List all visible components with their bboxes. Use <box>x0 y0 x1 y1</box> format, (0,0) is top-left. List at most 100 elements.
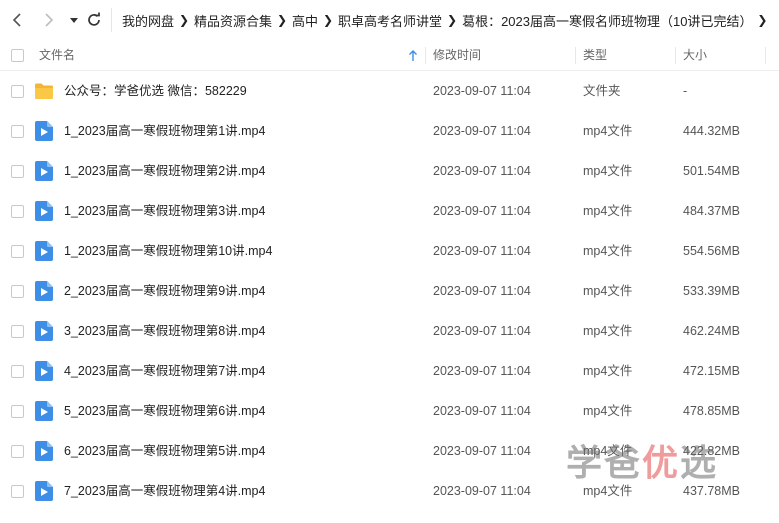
file-size: 462.24MB <box>683 324 740 338</box>
file-name: 1_2023届高一寒假班物理第2讲.mp4 <box>64 164 266 178</box>
chevron-right-icon: ❯ <box>323 13 334 27</box>
row-checkbox[interactable] <box>11 365 24 378</box>
row-checkbox[interactable] <box>11 405 24 418</box>
file-date: 2023-09-07 11:04 <box>433 404 531 418</box>
column-divider[interactable] <box>575 47 576 64</box>
folder-icon <box>34 81 54 101</box>
column-divider[interactable] <box>675 47 676 64</box>
file-date: 2023-09-07 11:04 <box>433 324 531 338</box>
chevron-right-icon: ❯ <box>178 13 190 27</box>
file-list-header: 文件名 修改时间 类型 大小 <box>0 40 779 71</box>
file-date: 2023-09-07 11:04 <box>433 124 531 138</box>
column-divider[interactable] <box>765 47 766 64</box>
watermark-text: 学爸 <box>566 443 643 484</box>
file-size: 554.56MB <box>683 244 740 258</box>
watermark-text-end: 选 <box>680 443 719 484</box>
file-name: 2_2023届高一寒假班物理第9讲.mp4 <box>64 284 266 298</box>
file-date: 2023-09-07 11:04 <box>433 364 531 378</box>
row-checkbox[interactable] <box>11 85 24 98</box>
refresh-button[interactable] <box>82 8 106 32</box>
breadcrumb-item-current-folder[interactable]: 葛根：2023届高一寒假名师班物理（10讲已完结） <box>462 11 752 30</box>
file-row[interactable]: 1_2023届高一寒假班物理第10讲.mp4 2023-09-07 11:04 … <box>0 231 779 271</box>
file-type: mp4文件 <box>583 124 633 138</box>
column-header-name[interactable]: 文件名 <box>39 40 75 71</box>
video-file-icon <box>35 121 55 141</box>
file-type: mp4文件 <box>583 364 633 378</box>
video-file-icon <box>35 241 55 261</box>
video-file-icon <box>35 441 55 461</box>
watermark: 学爸 优 选 <box>566 434 746 486</box>
row-checkbox[interactable] <box>11 165 24 178</box>
file-row[interactable]: 1_2023届高一寒假班物理第3讲.mp4 2023-09-07 11:04 m… <box>0 191 779 231</box>
chevron-right-icon <box>45 13 54 27</box>
file-type: mp4文件 <box>583 284 633 298</box>
file-size: 478.85MB <box>683 404 740 418</box>
row-checkbox[interactable] <box>11 485 24 498</box>
row-checkbox[interactable] <box>11 205 24 218</box>
file-name: 公众号：学爸优选 微信：582229 <box>64 84 247 98</box>
file-name: 6_2023届高一寒假班物理第5讲.mp4 <box>64 444 266 458</box>
file-date: 2023-09-07 11:04 <box>433 284 531 298</box>
file-size: 444.32MB <box>683 124 740 138</box>
row-checkbox[interactable] <box>11 245 24 258</box>
file-name: 3_2023届高一寒假班物理第8讲.mp4 <box>64 324 266 338</box>
video-file-icon <box>35 321 55 341</box>
row-checkbox[interactable] <box>11 325 24 338</box>
column-divider[interactable] <box>425 47 426 64</box>
file-name: 1_2023届高一寒假班物理第1讲.mp4 <box>64 124 266 138</box>
file-size: 501.54MB <box>683 164 740 178</box>
row-checkbox[interactable] <box>11 125 24 138</box>
breadcrumb-item-collection[interactable]: 精品资源合集 <box>194 11 272 30</box>
breadcrumb-item-high-school[interactable]: 高中 <box>292 11 318 30</box>
file-size: 472.15MB <box>683 364 740 378</box>
forward-button[interactable] <box>36 8 60 32</box>
file-date: 2023-09-07 11:04 <box>433 204 531 218</box>
file-name: 1_2023届高一寒假班物理第10讲.mp4 <box>64 244 273 258</box>
file-name: 4_2023届高一寒假班物理第7讲.mp4 <box>64 364 266 378</box>
back-button[interactable] <box>6 8 30 32</box>
row-checkbox[interactable] <box>11 445 24 458</box>
file-row[interactable]: 1_2023届高一寒假班物理第2讲.mp4 2023-09-07 11:04 m… <box>0 151 779 191</box>
chevron-right-icon: ❯ <box>757 13 768 27</box>
video-file-icon <box>35 281 55 301</box>
file-date: 2023-09-07 11:04 <box>433 484 531 498</box>
toolbar-divider <box>111 8 112 32</box>
file-type: mp4文件 <box>583 204 633 218</box>
file-size: 533.39MB <box>683 284 740 298</box>
column-header-date[interactable]: 修改时间 <box>433 40 481 71</box>
file-row[interactable]: 公众号：学爸优选 微信：582229 2023-09-07 11:04 文件夹 … <box>0 71 779 111</box>
file-row[interactable]: 2_2023届高一寒假班物理第9讲.mp4 2023-09-07 11:04 m… <box>0 271 779 311</box>
file-name: 5_2023届高一寒假班物理第6讲.mp4 <box>64 404 266 418</box>
row-checkbox[interactable] <box>11 285 24 298</box>
column-header-type[interactable]: 类型 <box>583 40 607 71</box>
file-row[interactable]: 1_2023届高一寒假班物理第1讲.mp4 2023-09-07 11:04 m… <box>0 111 779 151</box>
video-file-icon <box>35 401 55 421</box>
breadcrumb-item-my-drive[interactable]: 我的网盘 <box>122 11 174 30</box>
file-date: 2023-09-07 11:04 <box>433 84 531 98</box>
breadcrumb: 我的网盘 ❯ 精品资源合集 ❯ 高中 ❯ 职卓高考名师讲堂 ❯ 葛根：2023届… <box>122 0 772 40</box>
file-name: 1_2023届高一寒假班物理第3讲.mp4 <box>64 204 266 218</box>
file-type: mp4文件 <box>583 164 633 178</box>
file-type: mp4文件 <box>583 244 633 258</box>
file-size: - <box>683 84 688 98</box>
select-all-checkbox[interactable] <box>11 49 24 62</box>
file-type: mp4文件 <box>583 404 633 418</box>
sort-ascending-icon[interactable] <box>408 40 420 71</box>
file-row[interactable]: 5_2023届高一寒假班物理第6讲.mp4 2023-09-07 11:04 m… <box>0 391 779 431</box>
toolbar: 我的网盘 ❯ 精品资源合集 ❯ 高中 ❯ 职卓高考名师讲堂 ❯ 葛根：2023届… <box>0 0 779 40</box>
file-date: 2023-09-07 11:04 <box>433 164 531 178</box>
file-size: 484.37MB <box>683 204 740 218</box>
chevron-right-icon: ❯ <box>447 13 458 27</box>
file-type: 文件夹 <box>583 84 621 98</box>
video-file-icon <box>35 481 55 501</box>
chevron-right-icon: ❯ <box>277 13 288 27</box>
file-row[interactable]: 4_2023届高一寒假班物理第7讲.mp4 2023-09-07 11:04 m… <box>0 351 779 391</box>
refresh-icon <box>88 12 100 26</box>
caret-down-icon <box>70 18 78 23</box>
column-header-size[interactable]: 大小 <box>683 40 707 71</box>
video-file-icon <box>35 161 55 181</box>
chevron-left-icon <box>12 13 21 27</box>
breadcrumb-item-lecture-hall[interactable]: 职卓高考名师讲堂 <box>338 11 442 30</box>
file-date: 2023-09-07 11:04 <box>433 444 531 458</box>
file-row[interactable]: 3_2023届高一寒假班物理第8讲.mp4 2023-09-07 11:04 m… <box>0 311 779 351</box>
